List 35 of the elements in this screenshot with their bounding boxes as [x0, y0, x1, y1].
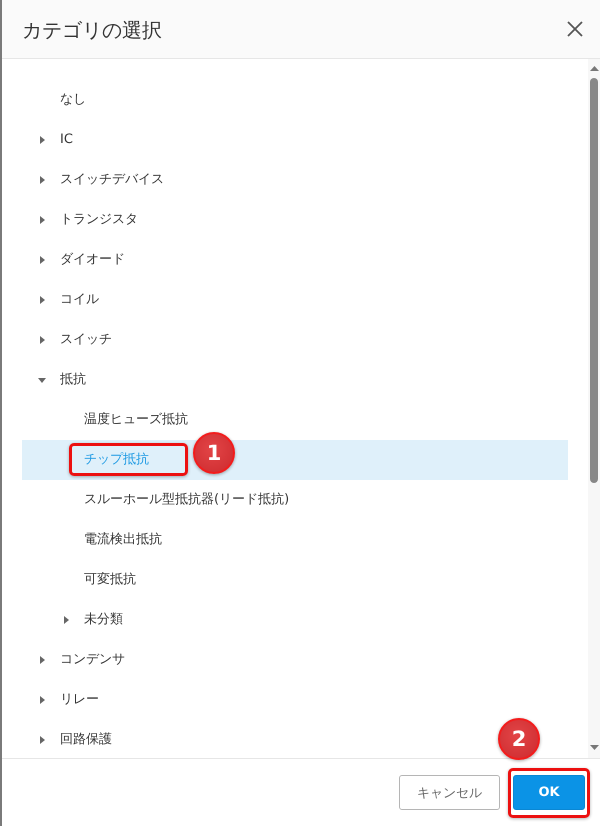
- tree-item[interactable]: 未分類: [62, 600, 123, 640]
- scroll-down-icon[interactable]: [590, 745, 598, 750]
- scrollbar[interactable]: [588, 59, 600, 758]
- caret-right-icon[interactable]: [64, 616, 69, 624]
- close-icon[interactable]: [567, 21, 583, 37]
- tree-item[interactable]: なし: [60, 80, 86, 120]
- tree-item[interactable]: IC: [38, 120, 73, 160]
- step-badge: 2: [498, 718, 540, 760]
- caret-right-icon[interactable]: [40, 696, 45, 704]
- tree-item[interactable]: ダイオード: [38, 240, 125, 280]
- tree-item[interactable]: 可変抵抗: [84, 560, 136, 600]
- tree-item[interactable]: リレー: [38, 680, 99, 720]
- caret-right-icon[interactable]: [40, 736, 45, 744]
- tree-item[interactable]: スイッチ: [38, 320, 112, 360]
- caret-right-icon[interactable]: [40, 336, 45, 344]
- tree-item[interactable]: トランジスタ: [38, 200, 138, 240]
- tree-item[interactable]: 電流検出抵抗: [84, 520, 162, 560]
- caret-right-icon[interactable]: [40, 656, 45, 664]
- caret-right-icon[interactable]: [40, 176, 45, 184]
- scrollbar-thumb[interactable]: [590, 78, 598, 483]
- caret-right-icon[interactable]: [40, 216, 45, 224]
- caret-down-icon[interactable]: [38, 378, 46, 382]
- tree-item[interactable]: コイル: [38, 280, 99, 320]
- tree-item[interactable]: スイッチデバイス: [38, 160, 164, 200]
- caret-right-icon[interactable]: [40, 296, 45, 304]
- caret-right-icon[interactable]: [40, 136, 45, 144]
- scroll-up-icon[interactable]: [590, 66, 598, 71]
- dialog-title: カテゴリの選択: [22, 17, 162, 43]
- tree-item[interactable]: スルーホール型抵抗器(リード抵抗): [84, 480, 290, 520]
- tree-item[interactable]: 温度ヒューズ抵抗: [84, 400, 188, 440]
- tree-item[interactable]: 抵抗: [38, 360, 86, 400]
- tree-item[interactable]: コンデンサ: [38, 640, 125, 680]
- tree-item[interactable]: 回路保護: [38, 720, 112, 758]
- cancel-button[interactable]: キャンセル: [399, 775, 500, 810]
- caret-right-icon[interactable]: [40, 256, 45, 264]
